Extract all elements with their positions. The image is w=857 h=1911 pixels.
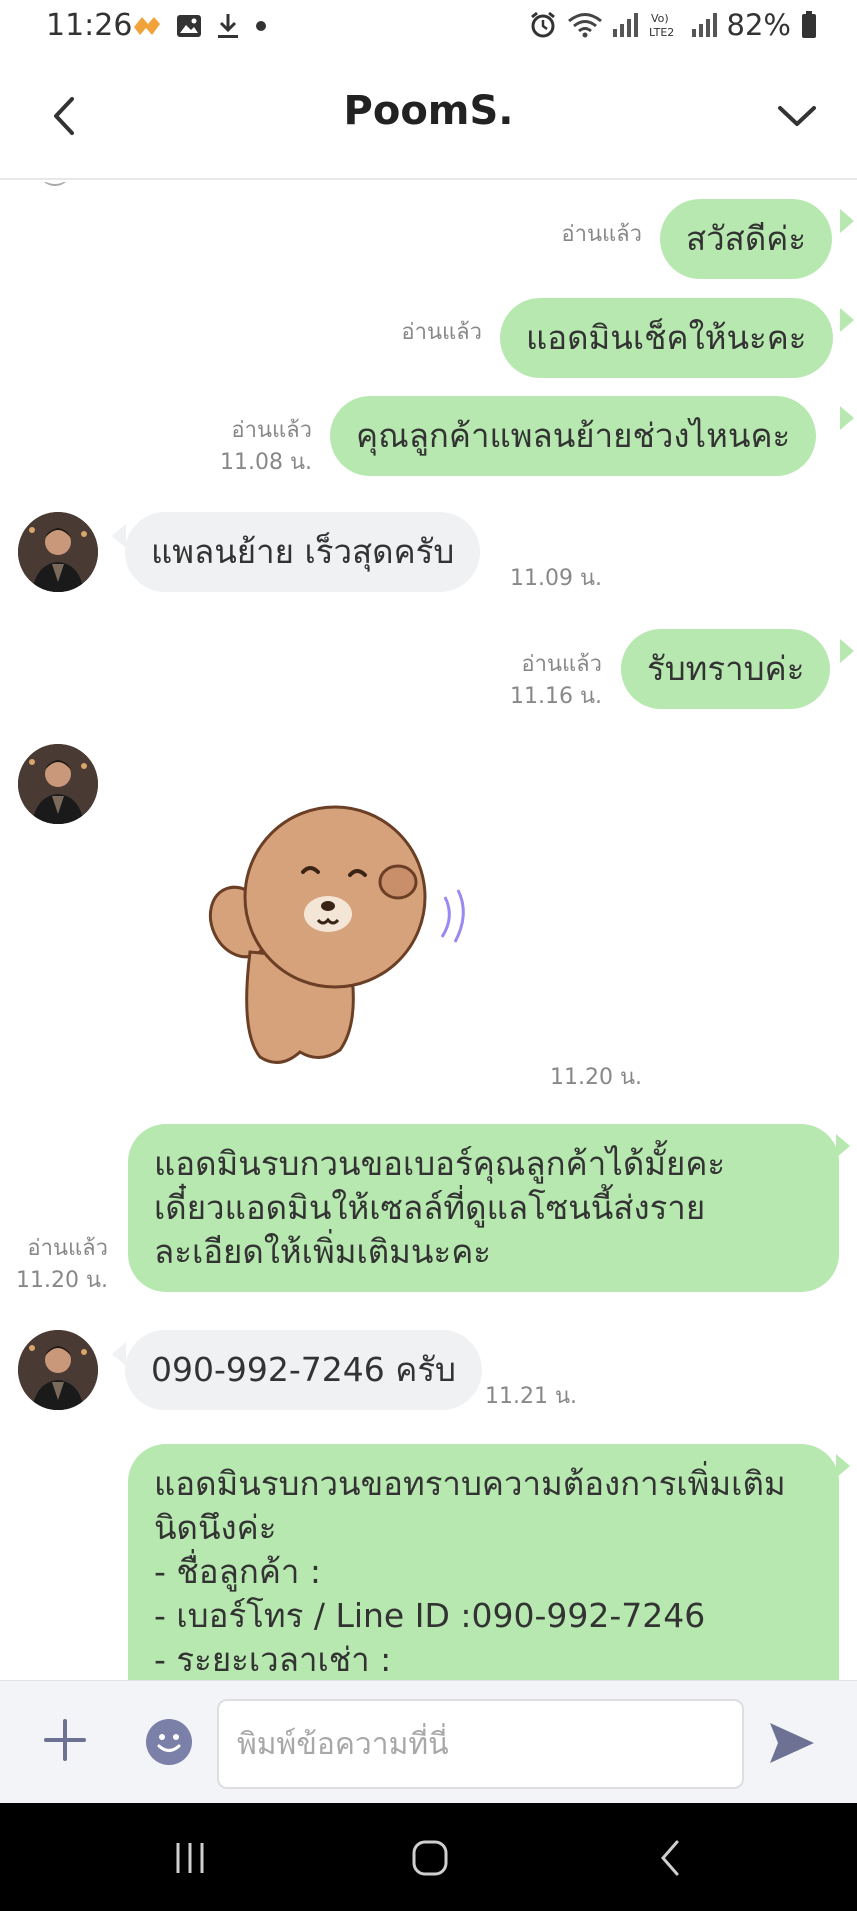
back-icon [661, 1840, 679, 1876]
battery-percent: 82% [726, 8, 791, 42]
message-time: 11.16 น. [509, 684, 602, 709]
battery-icon [802, 11, 816, 38]
avatar[interactable] [18, 744, 98, 824]
message-bubble-received[interactable]: แพลนย้าย เร็วสุดครับ [125, 512, 481, 592]
read-receipt: อ่านแล้ว [231, 418, 312, 443]
send-icon [770, 1723, 814, 1763]
message-line: แอดมินรบกวนขอเบอร์คุณลูกค้าได้มั้ยคะ [154, 1144, 726, 1183]
dot-icon [256, 21, 266, 31]
emoji-icon [157, 1734, 181, 1752]
message-bubble-sent[interactable]: สวัสดีค่ะ [660, 199, 833, 279]
read-receipt: อ่านแล้ว [521, 652, 602, 677]
bubble-tail [836, 1454, 850, 1478]
message-composer [0, 1680, 857, 1803]
back-nav-button[interactable] [640, 1833, 700, 1883]
avatar-photo [18, 744, 98, 824]
message-bubble-sent[interactable]: แอดมินเช็คให้นะคะ [500, 298, 833, 378]
recent-apps-button[interactable] [160, 1833, 220, 1883]
bear-sticker[interactable] [200, 802, 480, 1072]
chat-messages[interactable]: อ่านแล้ว สวัสดีค่ะ อ่านแล้ว แอดมินเช็คให… [0, 182, 857, 1680]
message-bubble-sent[interactable]: คุณลูกค้าแพลนย้ายช่วงไหนคะ [330, 396, 817, 476]
message-time: 11.20 น. [550, 1065, 643, 1090]
svg-text:Vo): Vo) [651, 12, 669, 25]
svg-text:LTE2: LTE2 [649, 26, 674, 39]
system-nav-bar [0, 1803, 857, 1911]
notification-app-icon [134, 17, 160, 35]
avatar-photo [18, 512, 98, 592]
message-line: - เบอร์โทร / Line ID :090-992-7246 [154, 1596, 706, 1635]
status-right-icons: Vo) LTE2 82% [529, 8, 817, 42]
read-receipt: อ่านแล้ว [401, 320, 482, 345]
wifi-icon [567, 13, 602, 38]
status-left-icons [132, 12, 268, 40]
home-icon [412, 1840, 448, 1876]
read-receipt: อ่านแล้ว [561, 222, 642, 247]
message-line: ละเอียดให้เพิ่มเติมนะคะ [154, 1232, 492, 1271]
status-bar: 11:26 Vo) LTE2 82% [0, 0, 857, 56]
message-line: เดี๋ยวแอดมินให้เซลล์ที่ดูแลโซนนี้ส่งราย [154, 1188, 706, 1227]
gallery-icon [177, 15, 201, 37]
bubble-tail [840, 209, 854, 233]
bubble-tail [112, 524, 126, 548]
volte-icon: Vo)LTE2 [649, 12, 674, 39]
message-line: นิดนึงค่ะ [154, 1508, 277, 1547]
signal-icon [691, 13, 717, 37]
home-button[interactable] [400, 1833, 460, 1883]
avatar[interactable] [18, 512, 98, 592]
signal-icon [612, 13, 638, 37]
message-time: 11.21 น. [485, 1384, 578, 1409]
chat-header: PoomS. [0, 56, 857, 180]
chat-menu-button[interactable] [767, 86, 827, 146]
message-bubble-sent[interactable]: รับทราบค่ะ [621, 629, 831, 709]
message-line: - ระยะเวลาเช่า : [154, 1640, 392, 1679]
bubble-tail [840, 308, 854, 332]
avatar[interactable] [18, 1330, 98, 1410]
message-time: 11.09 น. [510, 566, 603, 591]
bubble-tail [836, 1134, 850, 1158]
message-bubble-sent[interactable]: แอดมินรบกวนขอเบอร์คุณลูกค้าได้มั้ยคะ เดี… [128, 1124, 839, 1292]
send-button[interactable] [768, 1721, 816, 1765]
emoji-button[interactable] [146, 1719, 192, 1765]
avatar-partial [38, 182, 72, 186]
message-bubble-received[interactable]: 090-992-7246 ครับ [125, 1330, 483, 1410]
bubble-tail [112, 1342, 126, 1366]
message-bubble-sent[interactable]: แอดมินรบกวนขอทราบความต้องการเพิ่มเติม นิ… [128, 1444, 839, 1680]
status-time: 11:26 [46, 8, 133, 43]
download-icon [218, 14, 238, 38]
message-time: 11.08 น. [219, 450, 312, 475]
avatar-photo [18, 1330, 98, 1410]
alarm-icon [530, 11, 555, 38]
message-time: 11.20 น. [15, 1268, 108, 1293]
bubble-tail [840, 639, 854, 663]
chat-title: PoomS. [343, 88, 514, 134]
message-line: - ชื่อลูกค้า : [154, 1552, 322, 1591]
message-line: แอดมินรบกวนขอทราบความต้องการเพิ่มเติม [154, 1464, 786, 1503]
recent-apps-icon [176, 1843, 204, 1873]
bubble-tail [840, 406, 854, 430]
add-attachment-button[interactable] [40, 1715, 90, 1765]
message-input[interactable] [217, 1699, 744, 1789]
plus-icon [44, 1719, 86, 1761]
chevron-down-icon [778, 106, 816, 126]
read-receipt: อ่านแล้ว [27, 1236, 108, 1261]
